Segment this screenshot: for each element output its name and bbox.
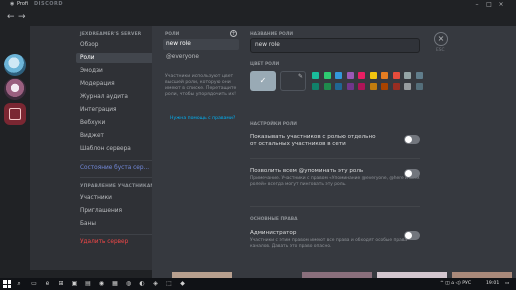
taskbar-app-icon[interactable]: e (44, 280, 52, 288)
close-window-button[interactable]: × (496, 0, 506, 9)
color-swatch[interactable] (335, 83, 342, 90)
taskbar-app-icon[interactable]: ▭ (30, 280, 38, 288)
default-color-swatch[interactable]: ✓ (250, 71, 276, 91)
color-swatch[interactable] (358, 83, 365, 90)
taskbar-app-icon[interactable]: ▤ (84, 280, 92, 288)
custom-color-swatch[interactable]: ✎ (280, 71, 306, 91)
color-swatch[interactable] (358, 72, 365, 79)
role-editor: НАЗВАНИЕ РОЛИ new role ЦВЕТ РОЛИ ✓ ✎ НАС… (250, 26, 430, 270)
server-list (0, 26, 30, 270)
role-name-input[interactable]: new role (250, 38, 420, 53)
settings-divider (250, 206, 420, 207)
forward-arrow-icon[interactable]: → (18, 12, 26, 22)
search-icon[interactable]: ⌕ (15, 280, 23, 288)
windows-start-icon[interactable] (3, 280, 11, 288)
settings-divider (250, 158, 420, 159)
taskbar-app-icon[interactable]: ◆ (179, 280, 187, 288)
color-swatch[interactable] (415, 83, 423, 90)
role-settings-header: НАСТРОЙКИ РОЛИ (250, 122, 297, 127)
color-swatch[interactable] (323, 83, 331, 90)
hoist-setting-title: Показывать участников с ролью отдельно о… (250, 134, 376, 147)
server-settings-header: JEXDREAMER'S SERVER (80, 32, 142, 37)
tab-label[interactable]: Profi (17, 1, 28, 7)
roles-hint-text: Участники используют цвет высшей роли, к… (165, 74, 237, 97)
members-section-header: УПРАВЛЕНИЕ УЧАСТНИКАМИ (80, 184, 159, 189)
color-swatch[interactable] (415, 72, 423, 79)
mention-toggle[interactable] (404, 169, 420, 178)
role-settings-content: РОЛИ + new role @everyone Участники испо… (152, 26, 516, 270)
server-glyph-icon (9, 108, 21, 120)
navigation-bar: ← → (0, 9, 516, 26)
taskbar-app-icon[interactable]: ⊞ (57, 280, 65, 288)
taskbar-app-icon[interactable]: ▦ (111, 280, 119, 288)
role-name-header: НАЗВАНИЕ РОЛИ (250, 32, 294, 37)
server-icon-1[interactable] (4, 54, 26, 76)
color-swatch[interactable] (335, 72, 342, 79)
color-swatch[interactable] (404, 72, 411, 79)
color-swatch[interactable] (404, 83, 411, 90)
color-swatch[interactable] (392, 83, 400, 90)
administrator-setting-description: Участники с этим правом имеют все права … (250, 238, 408, 249)
window-titlebar: ◉ Profi DISCORD – □ × (0, 0, 516, 9)
color-swatch[interactable] (369, 72, 377, 79)
app-brand: DISCORD (34, 1, 64, 7)
hoist-setting-row: Показывать участников с ролью отдельно о… (250, 134, 420, 148)
settings-sidebar: JEXDREAMER'S SERVER Обзор Роли Эмодзи Мо… (30, 26, 180, 270)
discord-icon: ◉ (10, 1, 15, 7)
background-preview-strip (152, 270, 516, 278)
hoist-toggle[interactable] (404, 135, 420, 144)
color-swatch[interactable] (346, 72, 354, 79)
taskbar-app-icon[interactable]: ▣ (71, 280, 79, 288)
taskbar-app-icon[interactable]: ◐ (138, 280, 146, 288)
windows-taskbar: ⌕ ▭ e ⊞ ▣ ▤ ◉ ▦ ◍ ◐ ◈ ⬚ ◆ ^ ◫ ⌂ ◁) РУС 19:01 ▭ (0, 278, 516, 290)
mention-setting-title: Позволить всем @упоминать эту роль (250, 168, 364, 174)
role-color-header: ЦВЕТ РОЛИ (250, 62, 280, 67)
color-swatch[interactable] (381, 83, 388, 90)
color-swatch[interactable] (392, 72, 400, 79)
close-settings-button[interactable]: × (434, 32, 448, 46)
system-tray[interactable]: ^ ◫ ⌂ ◁) РУС (440, 281, 471, 286)
permissions-help-link[interactable]: Нужна помощь с правами? (170, 116, 235, 121)
role-item-everyone[interactable]: @everyone (163, 52, 239, 63)
taskbar-app-icon[interactable]: ◉ (98, 280, 106, 288)
general-permissions-header: ОСНОВНЫЕ ПРАВА (250, 217, 298, 222)
server-icon-2[interactable] (4, 78, 26, 100)
minimize-button[interactable]: – (472, 0, 482, 9)
notification-icon[interactable]: ▭ (505, 281, 509, 286)
taskbar-app-icon[interactable]: ◈ (152, 280, 160, 288)
clock[interactable]: 19:01 (486, 281, 499, 286)
color-swatch[interactable] (369, 83, 377, 90)
color-swatch[interactable] (312, 83, 319, 90)
color-swatch[interactable] (381, 72, 388, 79)
roles-header: РОЛИ (165, 32, 180, 37)
color-swatch[interactable] (312, 72, 319, 79)
color-swatch[interactable] (323, 72, 331, 79)
administrator-setting-title: Администратор (250, 230, 297, 236)
esc-label: ESC (436, 48, 445, 53)
maximize-button[interactable]: □ (484, 0, 494, 9)
administrator-toggle[interactable] (404, 231, 420, 240)
back-arrow-icon[interactable]: ← (7, 12, 15, 22)
color-picker-icon: ✎ (297, 73, 303, 80)
mention-setting-description: Примечание. Участники с правом «Упоминан… (250, 176, 420, 187)
roles-list-panel: РОЛИ + new role @everyone Участники испо… (160, 26, 240, 270)
color-swatch[interactable] (346, 83, 354, 90)
administrator-setting-row: Администратор Участники с этим правом им… (250, 230, 420, 250)
mention-setting-row: Позволить всем @упоминать эту роль Приме… (250, 168, 420, 188)
server-icon-3[interactable] (4, 103, 26, 125)
add-role-icon[interactable]: + (230, 30, 237, 37)
taskbar-app-icon[interactable]: ⬚ (165, 280, 173, 288)
taskbar-app-icon[interactable]: ◍ (125, 280, 133, 288)
role-item-new-role[interactable]: new role (163, 39, 239, 50)
